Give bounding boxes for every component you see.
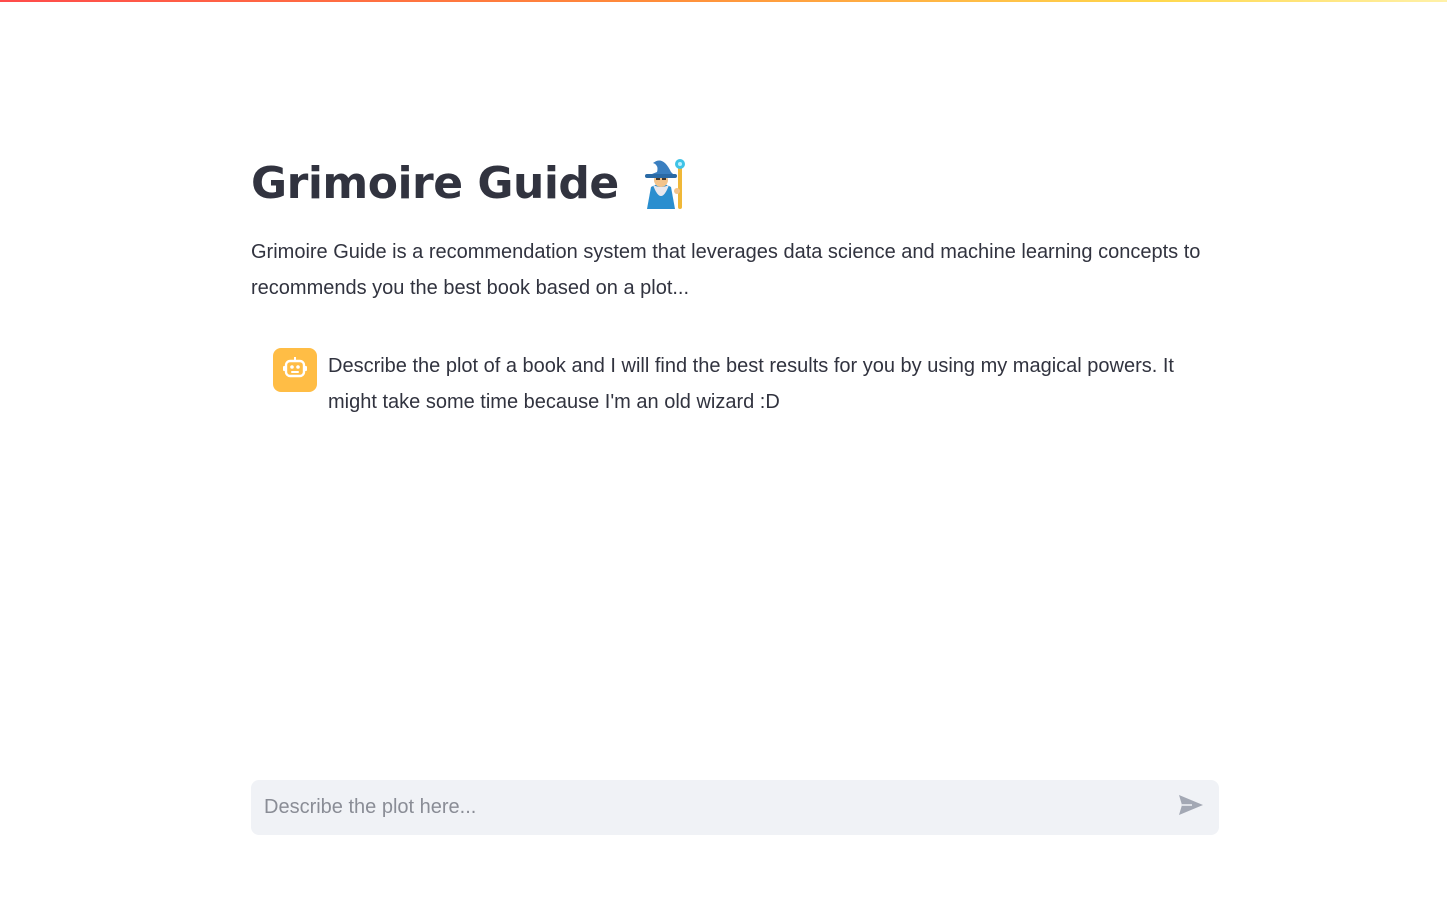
wizard-icon [641, 157, 689, 209]
assistant-message-text: Describe the plot of a book and I will f… [328, 355, 1174, 413]
send-button[interactable] [1163, 780, 1219, 835]
title-row: Grimoire Guide [251, 150, 1219, 216]
chat-input-container [251, 779, 1219, 836]
chat-message-assistant: Describe the plot of a book and I will f… [273, 348, 1219, 420]
chat-input[interactable] [251, 779, 1163, 836]
main-content: Grimoire Guide Grimoire Guide is a recom… [251, 150, 1219, 414]
top-decoration-bar [0, 0, 1447, 2]
page-description: Grimoire Guide is a recommendation syste… [251, 241, 1201, 299]
assistant-avatar [273, 348, 317, 392]
send-icon [1178, 794, 1204, 821]
page-title: Grimoire Guide [251, 157, 619, 209]
robot-icon [283, 356, 307, 384]
